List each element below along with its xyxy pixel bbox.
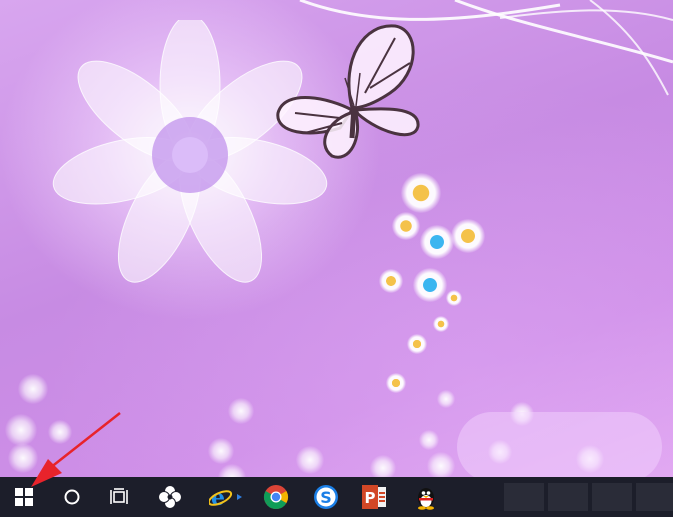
annotation-arrow — [31, 412, 121, 487]
